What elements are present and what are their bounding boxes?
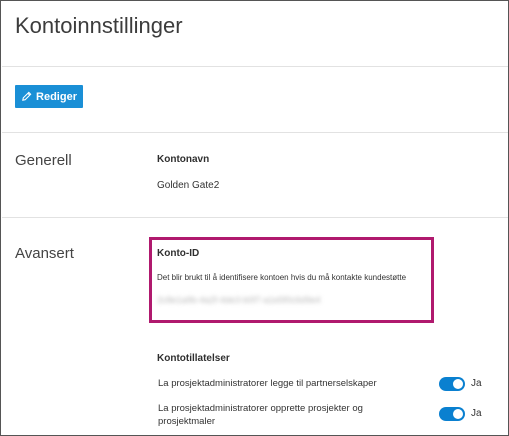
section-label-general: Generell <box>15 152 72 169</box>
divider <box>2 217 508 218</box>
account-id-label: Konto-ID <box>157 248 200 259</box>
permission-toggle-partners[interactable] <box>439 377 465 391</box>
account-name-label: Kontonavn <box>157 154 210 165</box>
account-id-value: 2c8e1a9b-4a2f-4de3-b0f7-a1e5f0c6d9e4 <box>157 295 321 305</box>
permission-item-projects-label: La prosjektadministratorer opprette pros… <box>158 403 363 427</box>
section-label-advanced: Avansert <box>15 245 74 262</box>
divider <box>2 132 508 133</box>
account-id-description: Det blir brukt til å identifisere kontoe… <box>157 273 407 282</box>
edit-button[interactable]: Rediger <box>15 85 83 108</box>
divider <box>2 66 508 67</box>
account-settings-panel: Kontoinnstillinger Rediger Generell Kont… <box>0 0 509 436</box>
permissions-label: Kontotillatelser <box>157 353 230 364</box>
permission-toggle-partners-label: Ja <box>471 378 482 389</box>
toggle-knob <box>453 409 463 419</box>
page-title: Kontoinnstillinger <box>15 13 183 38</box>
permission-item-partners-label: La prosjektadministratorer legge til par… <box>158 378 377 389</box>
permission-toggle-projects[interactable] <box>439 407 465 421</box>
pencil-icon <box>22 91 32 101</box>
toggle-knob <box>453 379 463 389</box>
account-name-value: Golden Gate2 <box>157 180 220 191</box>
edit-button-label: Rediger <box>36 90 77 103</box>
permission-toggle-projects-label: Ja <box>471 408 482 419</box>
